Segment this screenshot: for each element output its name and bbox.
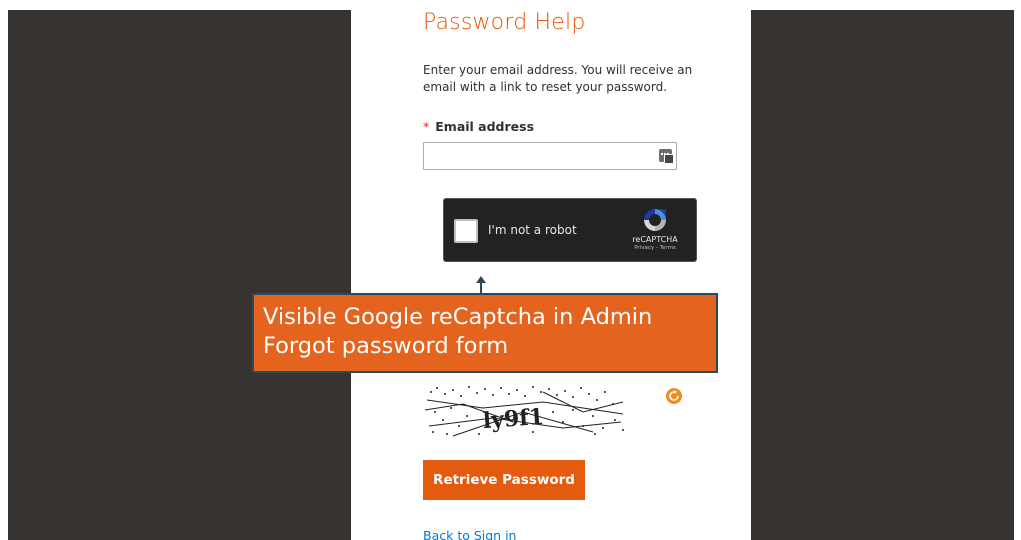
recaptcha-brand-text: reCAPTCHA: [632, 235, 678, 244]
recaptcha-checkbox[interactable]: [454, 219, 478, 243]
retrieve-password-button[interactable]: Retrieve Password: [423, 460, 585, 500]
password-help-panel: Password Help Enter your email address. …: [351, 10, 751, 540]
password-manager-icon[interactable]: [659, 149, 674, 164]
recaptcha-branding: reCAPTCHA Privacy - Terms: [624, 207, 686, 251]
annotation-callout: Visible Google reCaptcha in Admin Forgot…: [252, 293, 718, 373]
instructions-text: Enter your email address. You will recei…: [423, 63, 693, 94]
captcha-reload-icon[interactable]: [666, 388, 682, 404]
email-label: * Email address: [423, 119, 534, 134]
callout-line-1: Visible Google reCaptcha in Admin: [263, 304, 653, 330]
email-label-text: Email address: [435, 119, 535, 134]
privacy-link[interactable]: Privacy: [634, 245, 654, 251]
recaptcha-logo-icon: [644, 209, 666, 231]
required-asterisk: *: [423, 119, 430, 134]
captcha-image: ly9f1: [424, 386, 624, 437]
recaptcha-checkbox-label: I'm not a robot: [488, 223, 577, 237]
back-to-sign-in-link[interactable]: Back to Sign in: [423, 528, 516, 540]
email-field[interactable]: [423, 142, 677, 170]
terms-link[interactable]: Terms: [660, 245, 676, 251]
page-title: Password Help: [423, 10, 586, 35]
recaptcha-privacy-terms: Privacy - Terms: [624, 245, 686, 251]
backdrop: Password Help Enter your email address. …: [8, 10, 1014, 540]
captcha-text: ly9f1: [482, 404, 545, 434]
callout-line-2: Forgot password form: [263, 333, 509, 359]
recaptcha-widget: I'm not a robot reCAPTCHA Privacy - Term…: [443, 198, 697, 262]
